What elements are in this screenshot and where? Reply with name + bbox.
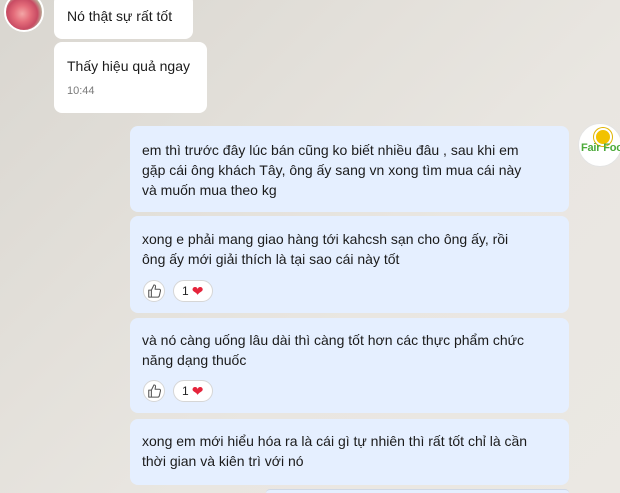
- reaction-bar: 1 ❤: [143, 280, 214, 302]
- reaction-count-pill[interactable]: 1 ❤: [173, 380, 214, 402]
- outgoing-message[interactable]: xong em mới hiểu hóa ra là cái gì tự nhi…: [130, 419, 569, 485]
- like-button[interactable]: [143, 280, 165, 302]
- like-button[interactable]: [143, 380, 165, 402]
- heart-icon: ❤: [191, 283, 204, 299]
- message-text: và nó càng uống lâu dài thì càng tốt hơn…: [142, 332, 525, 368]
- reaction-count-pill[interactable]: 1 ❤: [173, 280, 214, 302]
- message-text: em thì trước đây lúc bán cũng ko biết nh…: [142, 142, 522, 198]
- message-text: xong em mới hiểu hóa ra là cái gì tự nhi…: [142, 433, 528, 469]
- reaction-bar: 1 ❤: [143, 380, 214, 402]
- thumbs-up-icon: [148, 284, 161, 298]
- message-text: Thấy hiệu quả ngay: [67, 58, 190, 74]
- incoming-message[interactable]: Thấy hiệu quả ngay 10:44: [54, 42, 207, 113]
- thumbs-up-icon: [148, 384, 161, 398]
- heart-icon: ❤: [191, 383, 204, 399]
- message-text: Nó thật sự rất tốt: [67, 8, 173, 24]
- reaction-count: 1: [182, 284, 189, 298]
- message-text: xong e phải mang giao hàng tới kahcsh sạ…: [142, 231, 509, 267]
- outgoing-message[interactable]: em thì trước đây lúc bán cũng ko biết nh…: [130, 126, 569, 212]
- outgoing-message-partial[interactable]: [266, 489, 569, 493]
- contact-avatar[interactable]: [4, 0, 44, 32]
- message-time: 10:44: [67, 85, 95, 97]
- incoming-message[interactable]: Nó thật sự rất tốt: [54, 0, 193, 39]
- avatar-logo-text: Fair Foo: [581, 142, 620, 154]
- reaction-count: 1: [182, 384, 189, 398]
- sender-avatar[interactable]: Fair Foo: [578, 123, 620, 167]
